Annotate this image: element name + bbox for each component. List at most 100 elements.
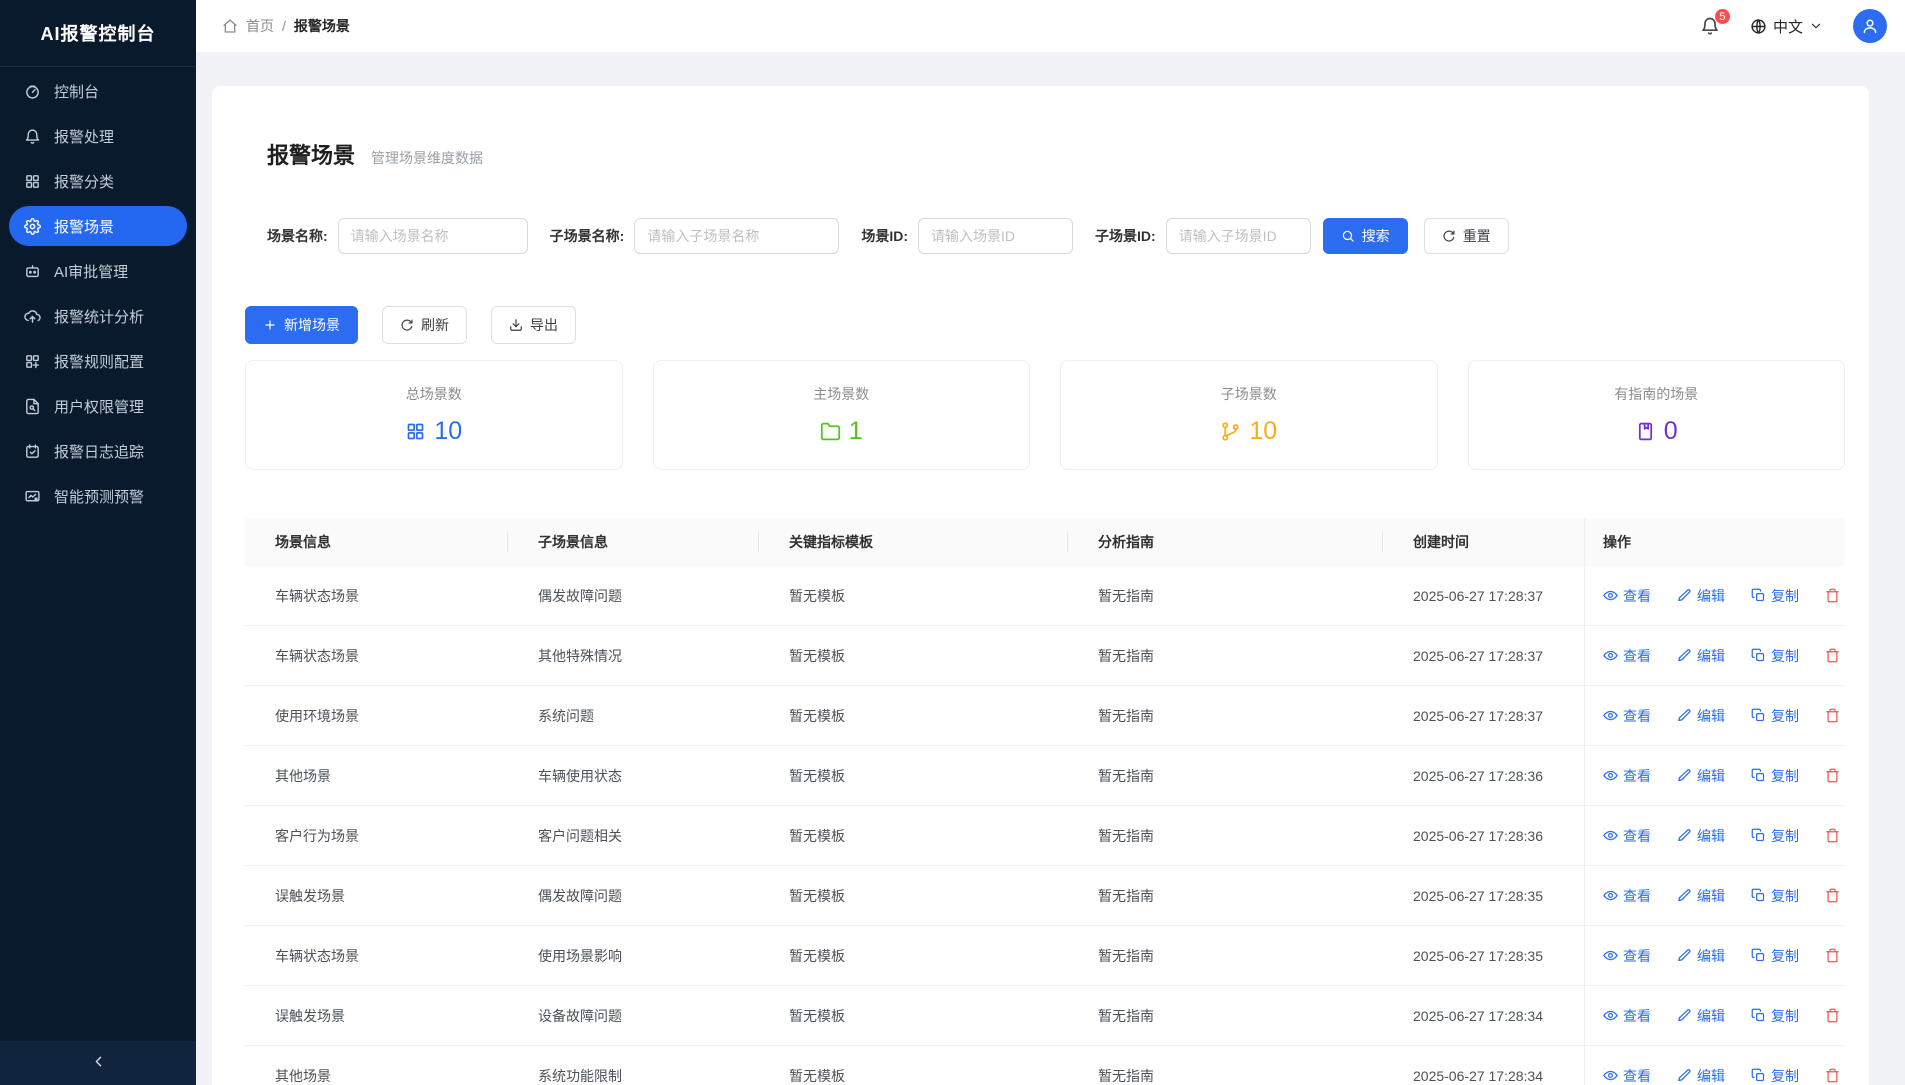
user-avatar[interactable] — [1853, 9, 1887, 43]
edit-action-button[interactable]: 编辑 — [1677, 646, 1725, 666]
action-label: 编辑 — [1697, 766, 1725, 786]
page-subtitle: 管理场景维度数据 — [371, 148, 483, 168]
sidebar-item-8[interactable]: 报警日志追踪 — [9, 431, 187, 471]
view-action-button[interactable]: 查看 — [1603, 646, 1651, 666]
action-label: 查看 — [1623, 886, 1651, 906]
export-button[interactable]: 导出 — [491, 306, 576, 344]
delete-action-button[interactable]: 删除 — [1825, 646, 1845, 666]
view-action-button[interactable]: 查看 — [1603, 586, 1651, 606]
sidebar-item-3[interactable]: 报警场景 — [9, 206, 187, 246]
table-header: 场景信息 子场景信息 关键指标模板 分析指南 创建时间 操作 — [245, 518, 1845, 566]
column-header-created-at: 创建时间 — [1383, 518, 1584, 566]
view-action-button[interactable]: 查看 — [1603, 766, 1651, 786]
column-header-scene: 场景信息 — [245, 518, 508, 566]
delete-action-button[interactable]: 删除 — [1825, 1006, 1845, 1026]
branch-icon — [1220, 421, 1241, 442]
scene-name-input[interactable] — [338, 218, 528, 254]
copy-action-button[interactable]: 复制 — [1751, 826, 1799, 846]
sidebar-item-0[interactable]: 控制台 — [9, 71, 187, 111]
table-row-0: 车辆状态场景偶发故障问题暂无模板暂无指南2025-06-27 17:28:37查… — [245, 566, 1845, 626]
notifications-button[interactable]: 5 — [1700, 16, 1720, 36]
eye-icon — [1603, 948, 1618, 963]
view-action-button[interactable]: 查看 — [1603, 886, 1651, 906]
edit-action-button[interactable]: 编辑 — [1677, 1066, 1725, 1085]
breadcrumb-home[interactable]: 首页 — [246, 16, 274, 36]
add-scene-button[interactable]: 新增场景 — [245, 306, 358, 344]
delete-action-button[interactable]: 删除 — [1825, 946, 1845, 966]
copy-action-button[interactable]: 复制 — [1751, 1006, 1799, 1026]
refresh-button[interactable]: 刷新 — [382, 306, 467, 344]
edit-action-button[interactable]: 编辑 — [1677, 1006, 1725, 1026]
copy-icon — [1751, 888, 1766, 903]
cell-guide: 暂无指南 — [1068, 706, 1383, 726]
filter-label: 场景ID: — [861, 226, 908, 246]
edit-action-button[interactable]: 编辑 — [1677, 826, 1725, 846]
sidebar-item-2[interactable]: 报警分类 — [9, 161, 187, 201]
delete-action-button[interactable]: 删除 — [1825, 886, 1845, 906]
sidebar-item-1[interactable]: 报警处理 — [9, 116, 187, 156]
sidebar-item-7[interactable]: 用户权限管理 — [9, 386, 187, 426]
action-label: 复制 — [1771, 1006, 1799, 1026]
table-row-7: 误触发场景设备故障问题暂无模板暂无指南2025-06-27 17:28:34查看… — [245, 986, 1845, 1046]
cell-scene: 车辆状态场景 — [245, 646, 508, 666]
action-label: 复制 — [1771, 706, 1799, 726]
cell-template: 暂无模板 — [759, 826, 1068, 846]
trash-icon — [1825, 588, 1840, 603]
trash-icon — [1825, 948, 1840, 963]
cell-created_at: 2025-06-27 17:28:36 — [1383, 768, 1584, 784]
sidebar-item-label: 控制台 — [54, 81, 99, 102]
copy-action-button[interactable]: 复制 — [1751, 766, 1799, 786]
column-header-guide: 分析指南 — [1068, 518, 1383, 566]
delete-action-button[interactable]: 删除 — [1825, 826, 1845, 846]
edit-action-button[interactable]: 编辑 — [1677, 946, 1725, 966]
cell-actions: 查看 编辑 复制 删除 — [1584, 986, 1845, 1045]
filter-scene-name: 场景名称: — [267, 218, 528, 254]
edit-action-button[interactable]: 编辑 — [1677, 586, 1725, 606]
delete-action-button[interactable]: 删除 — [1825, 1066, 1845, 1085]
sidebar-item-5[interactable]: 报警统计分析 — [9, 296, 187, 336]
reset-button[interactable]: 重置 — [1424, 218, 1509, 254]
copy-action-button[interactable]: 复制 — [1751, 586, 1799, 606]
action-label: 查看 — [1623, 1006, 1651, 1026]
copy-icon — [1751, 588, 1766, 603]
copy-action-button[interactable]: 复制 — [1751, 646, 1799, 666]
table-body: 车辆状态场景 偶发故障问题暂无模板 暂无指南 2025-06-27 17:28:37 查… — [245, 566, 1845, 1085]
copy-action-button[interactable]: 复制 — [1751, 706, 1799, 726]
globe-icon — [1750, 18, 1767, 35]
cell-created_at: 2025-06-27 17:28:37 — [1383, 588, 1584, 604]
scene-id-input[interactable] — [918, 218, 1073, 254]
copy-icon — [1751, 648, 1766, 663]
view-action-button[interactable]: 查看 — [1603, 706, 1651, 726]
delete-action-button[interactable]: 删除 — [1825, 706, 1845, 726]
cell-sub_scene: 偶发故障问题 — [508, 586, 759, 606]
sub-scene-name-input[interactable] — [634, 218, 839, 254]
pencil-icon — [1677, 1068, 1692, 1083]
sidebar-item-9[interactable]: 智能预测预警 — [9, 476, 187, 516]
pencil-icon — [1677, 588, 1692, 603]
delete-action-button[interactable]: 删除 — [1825, 586, 1845, 606]
action-label: 编辑 — [1697, 586, 1725, 606]
view-action-button[interactable]: 查看 — [1603, 946, 1651, 966]
sidebar-collapse-button[interactable] — [0, 1041, 196, 1085]
copy-action-button[interactable]: 复制 — [1751, 1066, 1799, 1085]
filter-label: 子场景ID: — [1095, 226, 1156, 246]
eye-icon — [1603, 888, 1618, 903]
trash-icon — [1825, 828, 1840, 843]
edit-action-button[interactable]: 编辑 — [1677, 706, 1725, 726]
copy-action-button[interactable]: 复制 — [1751, 886, 1799, 906]
sidebar-item-4[interactable]: AI审批管理 — [9, 251, 187, 291]
sub-scene-id-input[interactable] — [1166, 218, 1311, 254]
edit-action-button[interactable]: 编辑 — [1677, 886, 1725, 906]
view-action-button[interactable]: 查看 — [1603, 826, 1651, 846]
trash-icon — [1825, 888, 1840, 903]
view-action-button[interactable]: 查看 — [1603, 1066, 1651, 1085]
copy-action-button[interactable]: 复制 — [1751, 946, 1799, 966]
table-row-4: 客户行为场景客户问题相关暂无模板暂无指南2025-06-27 17:28:36查… — [245, 806, 1845, 866]
language-selector[interactable]: 中文 — [1750, 16, 1823, 37]
delete-action-button[interactable]: 删除 — [1825, 766, 1845, 786]
search-button[interactable]: 搜索 — [1323, 218, 1408, 254]
view-action-button[interactable]: 查看 — [1603, 1006, 1651, 1026]
sidebar-item-6[interactable]: 报警规则配置 — [9, 341, 187, 381]
edit-action-button[interactable]: 编辑 — [1677, 766, 1725, 786]
action-label: 编辑 — [1697, 706, 1725, 726]
